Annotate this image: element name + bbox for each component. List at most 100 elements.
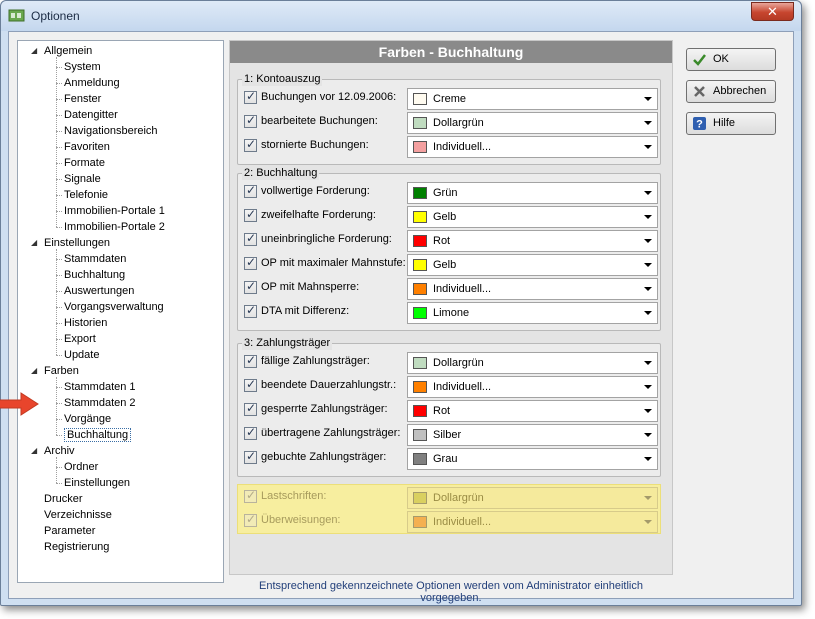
tree-node[interactable]: Navigationsbereich [64, 123, 158, 139]
tree-node[interactable]: Favoriten [64, 139, 110, 155]
dropdown-arrow-icon[interactable] [644, 496, 652, 500]
color-select[interactable]: Rot [407, 400, 658, 422]
help-button[interactable]: ? Hilfe [686, 112, 776, 135]
color-select[interactable]: Individuell... [407, 278, 658, 300]
checkbox[interactable] [244, 488, 257, 503]
color-select[interactable]: Individuell... [407, 511, 658, 533]
checkbox[interactable] [244, 279, 257, 294]
color-select[interactable]: Creme [407, 88, 658, 110]
dropdown-arrow-icon[interactable] [644, 145, 652, 149]
tree-node-root[interactable]: Registrierung [44, 539, 109, 555]
close-button[interactable]: ✕ [751, 2, 794, 21]
color-select-value: Dollargrün [433, 117, 484, 129]
dropdown-arrow-icon[interactable] [644, 311, 652, 315]
dropdown-arrow-icon[interactable] [644, 520, 652, 524]
tree-node-root[interactable]: ◢ Einstellungen [31, 235, 110, 251]
color-swatch [413, 405, 427, 417]
dropdown-arrow-icon[interactable] [644, 191, 652, 195]
tree-node[interactable]: Auswertungen [64, 283, 134, 299]
setting-label: stornierte Buchungen: [261, 139, 369, 151]
tree-node[interactable]: Ordner [64, 459, 98, 475]
color-select[interactable]: Grün [407, 182, 658, 204]
checkbox[interactable] [244, 401, 257, 416]
dropdown-arrow-icon[interactable] [644, 97, 652, 101]
tree-node[interactable]: Datengitter [64, 107, 118, 123]
tree-node-root[interactable]: Verzeichnisse [44, 507, 112, 523]
tree-node[interactable]: Update [64, 347, 99, 363]
tree-node[interactable]: Export [64, 331, 96, 347]
expand-toggle-icon[interactable]: ◢ [31, 443, 37, 459]
checkbox[interactable] [244, 425, 257, 440]
checkbox[interactable] [244, 183, 257, 198]
tree-node[interactable]: Einstellungen [64, 475, 130, 491]
expand-toggle-icon[interactable]: ◢ [31, 43, 37, 59]
color-select-value: Rot [433, 405, 451, 417]
color-select[interactable]: Dollargrün [407, 112, 658, 134]
tree-node-label: Vorgangsverwaltung [64, 301, 164, 313]
tree-node[interactable]: System [64, 59, 101, 75]
tree-node-root[interactable]: ◢ Allgemein [31, 43, 92, 59]
dropdown-arrow-icon[interactable] [644, 361, 652, 365]
dropdown-arrow-icon[interactable] [644, 239, 652, 243]
color-select[interactable]: Gelb [407, 206, 658, 228]
checkbox[interactable] [244, 89, 257, 104]
tree-node-root[interactable]: ◢ Archiv [31, 443, 75, 459]
checkbox[interactable] [244, 303, 257, 318]
checkbox[interactable] [244, 512, 257, 527]
checkbox[interactable] [244, 137, 257, 152]
checkbox[interactable] [244, 377, 257, 392]
dropdown-arrow-icon[interactable] [644, 433, 652, 437]
tree-node[interactable]: Vorgangsverwaltung [64, 299, 164, 315]
cancel-button[interactable]: Abbrechen [686, 80, 776, 103]
checkbox[interactable] [244, 113, 257, 128]
color-select[interactable]: Gelb [407, 254, 658, 276]
tree-node-label: Formate [64, 157, 105, 169]
dropdown-arrow-icon[interactable] [644, 287, 652, 291]
tree-node[interactable]: Stammdaten 1 [64, 379, 136, 395]
checkbox[interactable] [244, 207, 257, 222]
dropdown-arrow-icon[interactable] [644, 457, 652, 461]
tree-node-root[interactable]: Parameter [44, 523, 95, 539]
tree-node[interactable]: Vorgänge [64, 411, 111, 427]
tree-node-label: System [64, 61, 101, 73]
color-swatch [413, 453, 427, 465]
tree-node[interactable]: Stammdaten 2 [64, 395, 136, 411]
help-icon: ? [693, 117, 706, 131]
tree-node[interactable]: Formate [64, 155, 105, 171]
tree-node[interactable]: Immobilien-Portale 1 [64, 203, 165, 219]
tree-node-root[interactable]: Drucker [44, 491, 83, 507]
checkbox[interactable] [244, 231, 257, 246]
color-select[interactable]: Dollargrün [407, 352, 658, 374]
expand-toggle-icon[interactable]: ◢ [31, 235, 37, 251]
color-select[interactable]: Individuell... [407, 376, 658, 398]
tree-node[interactable]: Stammdaten [64, 251, 126, 267]
checkbox[interactable] [244, 449, 257, 464]
checkbox[interactable] [244, 353, 257, 368]
color-select[interactable]: Grau [407, 448, 658, 470]
options-tree[interactable]: ◢ Allgemein System Anmeldung Fenster Datengit… [17, 40, 224, 583]
dropdown-arrow-icon[interactable] [644, 263, 652, 267]
tree-node[interactable]: Fenster [64, 91, 101, 107]
dropdown-arrow-icon[interactable] [644, 121, 652, 125]
tree-node[interactable]: Telefonie [64, 187, 108, 203]
dropdown-arrow-icon[interactable] [644, 409, 652, 413]
color-select[interactable]: Dollargrün [407, 487, 658, 509]
color-select[interactable]: Silber [407, 424, 658, 446]
tree-node[interactable]: Buchhaltung [64, 427, 132, 443]
dropdown-arrow-icon[interactable] [644, 215, 652, 219]
dropdown-arrow-icon[interactable] [644, 385, 652, 389]
expand-toggle-icon[interactable]: ◢ [31, 363, 37, 379]
tree-node[interactable]: Buchhaltung [64, 267, 125, 283]
tree-node[interactable]: Anmeldung [64, 75, 120, 91]
tree-node[interactable]: Signale [64, 171, 101, 187]
checkbox[interactable] [244, 255, 257, 270]
color-select[interactable]: Rot [407, 230, 658, 252]
title-bar[interactable]: Optionen ✕ [1, 1, 801, 31]
color-select[interactable]: Limone [407, 302, 658, 324]
tree-node-label: Update [64, 349, 100, 361]
color-select[interactable]: Individuell... [407, 136, 658, 158]
tree-node-root[interactable]: ◢ Farben [31, 363, 79, 379]
ok-button[interactable]: OK [686, 48, 776, 71]
tree-node[interactable]: Immobilien-Portale 2 [64, 219, 165, 235]
tree-node[interactable]: Historien [64, 315, 107, 331]
